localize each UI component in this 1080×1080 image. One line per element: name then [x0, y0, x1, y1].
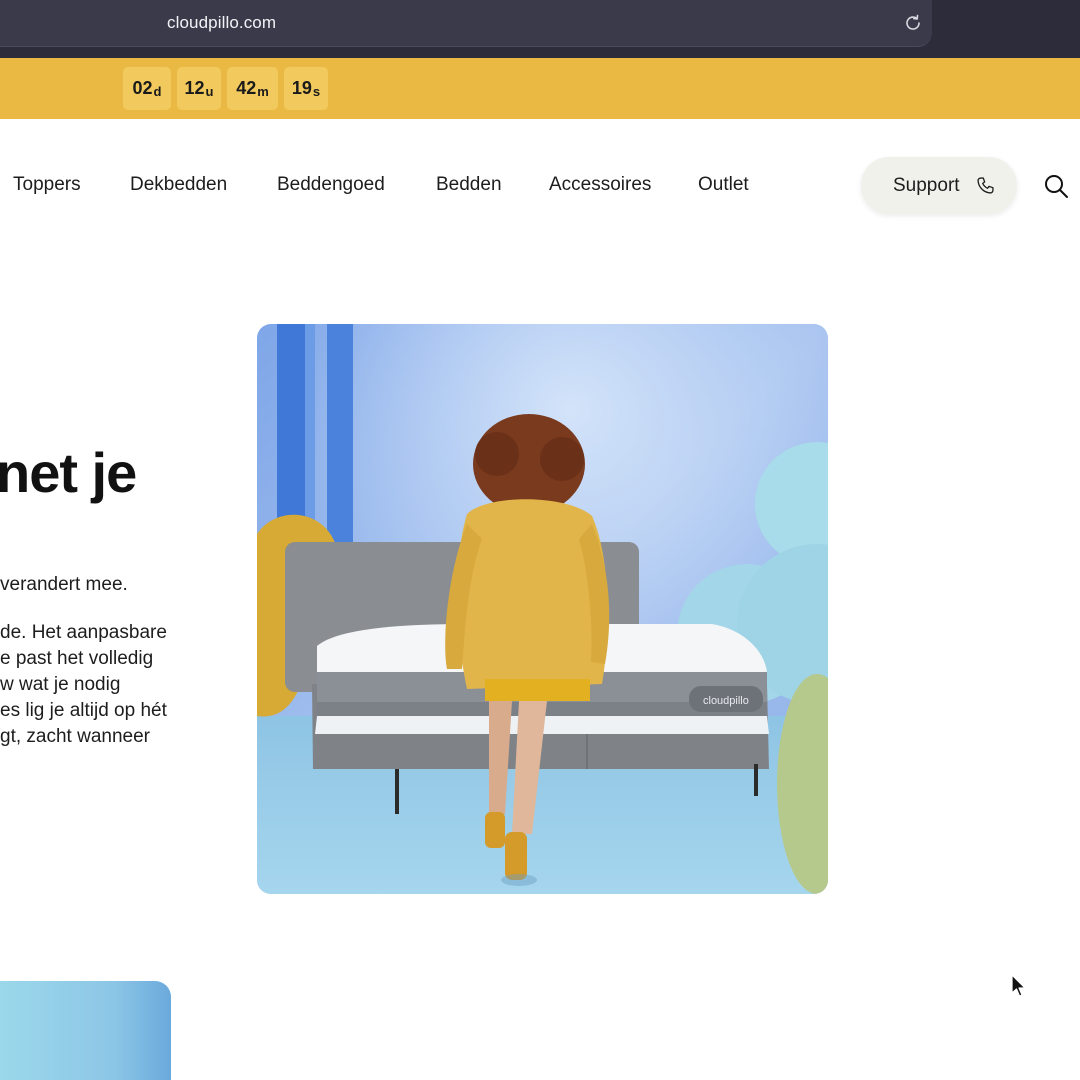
reload-icon[interactable]: [903, 13, 923, 33]
countdown-minutes-unit: m: [257, 84, 269, 99]
nav-item-dekbedden[interactable]: Dekbedden: [130, 174, 227, 196]
hero-body-line: es lig je altijd op hét: [0, 700, 167, 721]
hero-body-line: de. Het aanpasbare: [0, 622, 167, 643]
countdown-hours-unit: u: [205, 84, 214, 99]
browser-toolbar: cloudpillo.com: [0, 0, 1080, 58]
product-card[interactable]: [0, 981, 171, 1080]
support-label: Support: [893, 175, 960, 196]
search-icon[interactable]: [1043, 173, 1069, 199]
nav-item-bedden[interactable]: Bedden: [436, 174, 502, 196]
support-button[interactable]: Support: [861, 157, 1017, 214]
countdown-minutes-value: 42: [236, 78, 257, 98]
mattress-brand-label: cloudpillo: [703, 695, 749, 707]
hero-title: net je: [0, 441, 137, 504]
countdown-seconds-value: 19: [291, 78, 312, 98]
countdown-days-unit: d: [153, 84, 162, 99]
hero-body-line: gt, zacht wanneer: [0, 726, 150, 747]
countdown-days: 02 d: [123, 67, 171, 110]
countdown-seconds: 19 s: [284, 67, 328, 110]
hero-body-line: w wat je nodig: [0, 674, 121, 695]
hero-image: cloudpillo: [257, 324, 828, 894]
countdown-hours-value: 12: [184, 78, 205, 98]
nav-item-toppers[interactable]: Toppers: [13, 174, 81, 196]
nav-item-beddengoed[interactable]: Beddengoed: [277, 174, 385, 196]
hero-illustration: cloudpillo: [257, 324, 828, 894]
hero-body-line: e past het volledig: [0, 648, 154, 669]
countdown-hours: 12 u: [177, 67, 221, 110]
nav-item-accessoires[interactable]: Accessoires: [549, 174, 651, 196]
url-text[interactable]: cloudpillo.com: [167, 13, 276, 33]
address-bar[interactable]: cloudpillo.com: [0, 0, 932, 47]
countdown-seconds-unit: s: [312, 84, 321, 99]
phone-icon: [977, 177, 994, 194]
nav-item-outlet[interactable]: Outlet: [698, 174, 749, 196]
promo-countdown-bar: 02 d 12 u 42 m 19 s: [0, 58, 1080, 119]
hero-lead: verandert mee.: [0, 574, 128, 595]
countdown-days-value: 02: [132, 78, 153, 98]
mouse-cursor-icon: [1011, 974, 1026, 997]
countdown-minutes: 42 m: [227, 67, 278, 110]
